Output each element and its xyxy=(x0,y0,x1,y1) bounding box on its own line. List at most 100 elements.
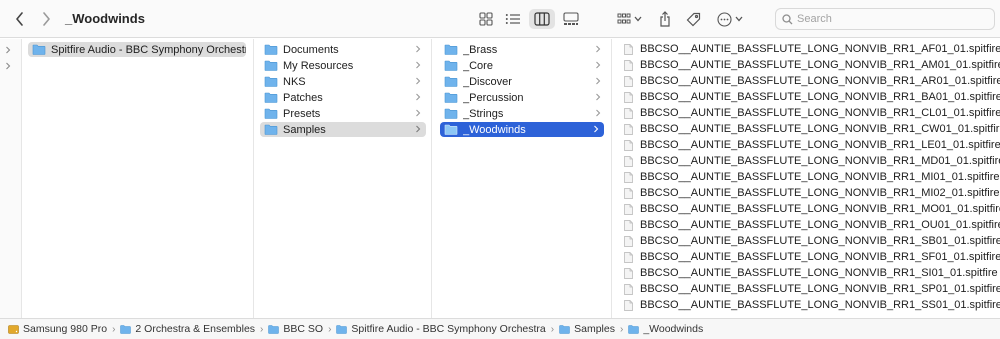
file-item[interactable]: BBCSO__AUNTIE_BASSFLUTE_LONG_NONVIB_RR1_… xyxy=(624,185,999,201)
path-separator-icon: › xyxy=(112,323,116,335)
column-item-woodwinds[interactable]: _Woodwinds xyxy=(440,122,604,137)
search-field[interactable] xyxy=(775,8,995,30)
path-separator-icon: › xyxy=(550,323,555,335)
search-input[interactable] xyxy=(797,11,987,27)
column-item-label: Patches xyxy=(283,91,323,104)
file-item[interactable]: BBCSO__AUNTIE_BASSFLUTE_LONG_NONVIB_RR1_… xyxy=(624,121,1000,137)
back-button[interactable] xyxy=(10,9,30,29)
file-item[interactable]: BBCSO__AUNTIE_BASSFLUTE_LONG_NONVIB_RR1_… xyxy=(624,281,1000,297)
path-crumb[interactable]: Spitfire Audio - BBC Symphony Orchestra xyxy=(336,323,546,335)
tag-icon xyxy=(686,12,700,26)
document-icon xyxy=(624,219,633,231)
document-icon xyxy=(624,171,633,183)
column-1: Documents My Resources NKS Patches Prese… xyxy=(254,39,432,318)
path-crumb-label: Samsung 980 Pro xyxy=(23,323,108,335)
column-item[interactable]: Spitfire Audio - BBC Symphony Orchestra xyxy=(28,42,246,57)
group-by-button[interactable] xyxy=(615,9,643,29)
folder-icon xyxy=(264,124,278,135)
file-name: BBCSO__AUNTIE_BASSFLUTE_LONG_NONVIB_RR1_… xyxy=(640,155,1000,167)
file-name: BBCSO__AUNTIE_BASSFLUTE_LONG_NONVIB_RR1_… xyxy=(640,299,1000,311)
folder-icon xyxy=(628,324,640,334)
tag-button[interactable] xyxy=(683,9,703,29)
share-button[interactable] xyxy=(655,9,675,29)
file-item[interactable]: BBCSO__AUNTIE_BASSFLUTE_LONG_NONVIB_RR1_… xyxy=(624,249,1000,265)
file-item[interactable]: BBCSO__AUNTIE_BASSFLUTE_LONG_NONVIB_RR1_… xyxy=(624,169,999,185)
column-item-core[interactable]: _Core xyxy=(440,58,606,73)
file-item[interactable]: BBCSO__AUNTIE_BASSFLUTE_LONG_NONVIB_RR1_… xyxy=(624,73,1000,89)
file-name: BBCSO__AUNTIE_BASSFLUTE_LONG_NONVIB_RR1_… xyxy=(640,59,1000,71)
column-0: Spitfire Audio - BBC Symphony Orchestra xyxy=(22,39,254,318)
column-item-nks[interactable]: NKS xyxy=(260,74,426,89)
path-crumb[interactable]: Samsung 980 Pro xyxy=(8,323,107,335)
list-view-button[interactable] xyxy=(503,9,523,29)
file-item[interactable]: BBCSO__AUNTIE_BASSFLUTE_LONG_NONVIB_RR1_… xyxy=(624,57,1000,73)
file-item[interactable]: BBCSO__AUNTIE_BASSFLUTE_LONG_NONVIB_RR1_… xyxy=(624,137,1000,153)
icon-view-button[interactable] xyxy=(476,9,496,29)
chevron-right-icon xyxy=(596,77,601,85)
file-item[interactable]: BBCSO__AUNTIE_BASSFLUTE_LONG_NONVIB_RR1_… xyxy=(624,201,1000,217)
column-item-brass[interactable]: _Brass xyxy=(440,42,606,57)
file-name: BBCSO__AUNTIE_BASSFLUTE_LONG_NONVIB_RR1_… xyxy=(640,251,1000,263)
chevron-right-icon xyxy=(416,125,421,133)
window-title: _Woodwinds xyxy=(65,11,145,26)
column-item-discover[interactable]: _Discover xyxy=(440,74,606,89)
column-item-strings[interactable]: _Strings xyxy=(440,106,606,121)
document-icon xyxy=(624,123,633,135)
path-bar: Samsung 980 Pro › 2 Orchestra & Ensembles ›… xyxy=(0,318,1000,339)
column-item-my-resources[interactable]: My Resources xyxy=(260,58,426,73)
more-actions-button[interactable] xyxy=(716,9,744,29)
folder-icon xyxy=(120,324,132,334)
gallery-view-button[interactable] xyxy=(560,9,582,29)
file-item[interactable]: BBCSO__AUNTIE_BASSFLUTE_LONG_NONVIB_RR1_… xyxy=(624,217,1000,233)
path-crumb[interactable]: BBC SO xyxy=(268,323,323,335)
path-crumb[interactable]: _Woodwinds xyxy=(628,323,703,335)
chevron-right-icon xyxy=(596,61,601,69)
column-item-presets[interactable]: Presets xyxy=(260,106,426,121)
chevron-right-icon xyxy=(416,93,421,101)
document-icon xyxy=(624,59,633,71)
column-view-icon xyxy=(534,12,550,26)
file-name: BBCSO__AUNTIE_BASSFLUTE_LONG_NONVIB_RR1_… xyxy=(640,219,1000,231)
file-item[interactable]: BBCSO__AUNTIE_BASSFLUTE_LONG_NONVIB_RR1_… xyxy=(624,233,1000,249)
file-name: BBCSO__AUNTIE_BASSFLUTE_LONG_NONVIB_RR1_… xyxy=(640,139,1000,151)
column-view-button[interactable] xyxy=(529,9,555,29)
ellipsis-circle-icon xyxy=(717,11,732,27)
column-item-patches[interactable]: Patches xyxy=(260,90,426,105)
folder-icon xyxy=(264,92,278,103)
folder-icon xyxy=(444,92,458,103)
file-item[interactable]: BBCSO__AUNTIE_BASSFLUTE_LONG_NONVIB_RR1_… xyxy=(624,265,998,281)
chevron-down-icon xyxy=(735,16,743,22)
chevron-down-icon xyxy=(634,16,641,22)
column-item-label: _Brass xyxy=(463,43,498,56)
file-name: BBCSO__AUNTIE_BASSFLUTE_LONG_NONVIB_RR1_… xyxy=(640,203,1000,215)
folder-icon xyxy=(264,60,278,71)
file-name: BBCSO__AUNTIE_BASSFLUTE_LONG_NONVIB_RR1_… xyxy=(640,123,1000,135)
document-icon xyxy=(624,155,633,167)
column-item-label: Documents xyxy=(283,43,339,56)
path-separator-icon: › xyxy=(619,323,624,335)
files-column: BBCSO__AUNTIE_BASSFLUTE_LONG_NONVIB_RR1_… xyxy=(612,39,1000,318)
document-icon xyxy=(624,107,633,119)
column-item-label: _Percussion xyxy=(463,91,524,104)
path-crumb[interactable]: Samples xyxy=(559,323,615,335)
column-item-percussion[interactable]: _Percussion xyxy=(440,90,606,105)
path-crumb[interactable]: 2 Orchestra & Ensembles xyxy=(120,323,255,335)
column-item-documents[interactable]: Documents xyxy=(260,42,426,57)
chevron-right-icon xyxy=(416,45,421,53)
chevron-left-icon xyxy=(16,12,23,26)
column-item-samples[interactable]: Samples xyxy=(260,122,426,137)
file-item[interactable]: BBCSO__AUNTIE_BASSFLUTE_LONG_NONVIB_RR1_… xyxy=(624,105,1000,121)
document-icon xyxy=(624,91,633,103)
file-item[interactable]: BBCSO__AUNTIE_BASSFLUTE_LONG_NONVIB_RR1_… xyxy=(624,297,1000,313)
folder-icon xyxy=(444,76,458,87)
toolbar: _Woodwinds xyxy=(0,0,1000,38)
file-item[interactable]: BBCSO__AUNTIE_BASSFLUTE_LONG_NONVIB_RR1_… xyxy=(624,89,1000,105)
column-item-label: Samples xyxy=(283,123,326,136)
file-item[interactable]: BBCSO__AUNTIE_BASSFLUTE_LONG_NONVIB_RR1_… xyxy=(624,41,1000,57)
chevron-right-icon xyxy=(596,45,601,53)
folder-icon xyxy=(559,324,570,334)
forward-button[interactable] xyxy=(36,9,56,29)
file-item[interactable]: BBCSO__AUNTIE_BASSFLUTE_LONG_NONVIB_RR1_… xyxy=(624,153,1000,169)
chevron-right-icon xyxy=(6,46,11,54)
chevron-right-icon xyxy=(416,61,421,69)
